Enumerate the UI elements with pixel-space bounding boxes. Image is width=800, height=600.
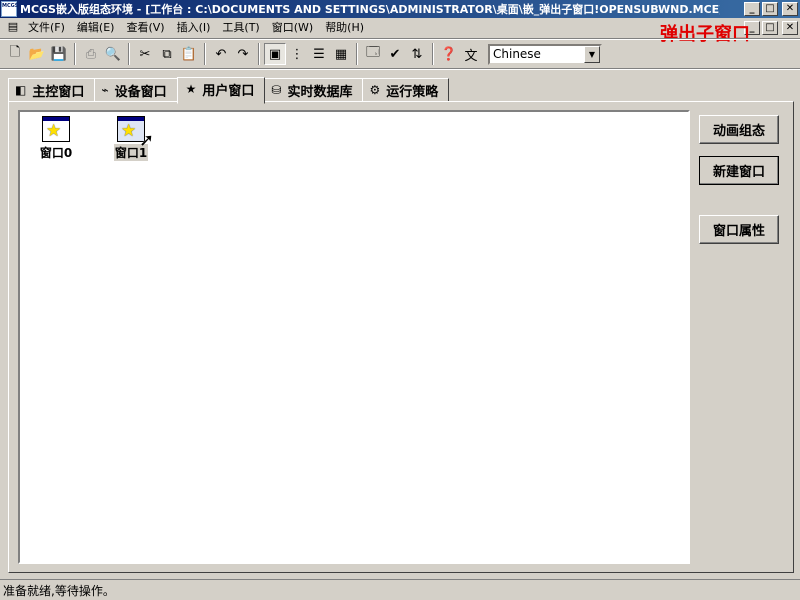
window-title: MCGS嵌入版组态环境 - [工作台 : C:\DOCUMENTS AND SE… bbox=[20, 3, 720, 16]
mdi-restore-button[interactable]: □ bbox=[762, 21, 778, 35]
list-view-icon[interactable]: ☰ bbox=[308, 43, 330, 65]
check-icon[interactable]: ✔ bbox=[384, 43, 406, 65]
language-value: Chinese bbox=[493, 47, 541, 61]
details-view-icon[interactable]: ▦ bbox=[330, 43, 352, 65]
redo-icon[interactable]: ↷ bbox=[232, 43, 254, 65]
menu-edit[interactable]: 编辑(E) bbox=[71, 19, 121, 37]
title-bar: MCGS MCGS嵌入版组态环境 - [工作台 : C:\DOCUMENTS A… bbox=[0, 0, 800, 18]
help-pointer-icon[interactable]: ❓ bbox=[438, 43, 460, 65]
window-properties-button[interactable]: 窗口属性 bbox=[699, 215, 779, 244]
tab-main-window[interactable]: ◧ 主控窗口 bbox=[8, 78, 96, 102]
large-icons-view-icon[interactable]: ▣ bbox=[264, 43, 286, 65]
small-icons-view-icon[interactable]: ⋮ bbox=[286, 43, 308, 65]
undo-icon[interactable]: ↶ bbox=[210, 43, 232, 65]
language-select[interactable]: Chinese ▼ bbox=[488, 43, 602, 65]
user-window-list[interactable] bbox=[18, 110, 690, 564]
toolbar: 🗋 📂 💾 ⎙ 🔍 ✂ ⧉ 📋 ↶ ↷ ▣ ⋮ ☰ ▦ 🗔 ✔ ⇅ ❓ 文 Ch… bbox=[0, 40, 800, 68]
toolbar-separator-line bbox=[0, 68, 800, 70]
properties-icon[interactable]: 🗔 bbox=[362, 43, 384, 65]
print-icon[interactable]: ⎙ bbox=[80, 43, 102, 65]
document-icon[interactable]: ▤ bbox=[4, 20, 22, 36]
language-icon[interactable]: 文 bbox=[460, 43, 482, 65]
toolbar-separator bbox=[432, 43, 434, 65]
mouse-cursor-icon: ➚ bbox=[139, 130, 155, 151]
toolbar-separator bbox=[356, 43, 358, 65]
device-window-icon: ⌁ bbox=[101, 83, 109, 97]
tab-user-window[interactable]: ★ 用户窗口 bbox=[176, 77, 266, 104]
toolbar-separator bbox=[258, 43, 260, 65]
mdi-close-button[interactable]: ✕ bbox=[782, 21, 798, 35]
save-icon[interactable]: 💾 bbox=[48, 43, 70, 65]
close-button[interactable]: ✕ bbox=[782, 2, 798, 16]
menu-tools[interactable]: 工具(T) bbox=[216, 19, 265, 37]
tab-label: 主控窗口 bbox=[32, 84, 85, 100]
toolbar-separator bbox=[204, 43, 206, 65]
main-window-icon: ◧ bbox=[15, 83, 27, 97]
tab-label: 实时数据库 bbox=[287, 84, 353, 100]
list-item[interactable]: ★ 窗口0 bbox=[32, 116, 80, 161]
database-icon: ⛁ bbox=[271, 83, 282, 97]
new-file-icon[interactable]: 🗋 bbox=[4, 43, 26, 65]
chevron-down-icon[interactable]: ▼ bbox=[584, 45, 600, 63]
user-window-icon: ★ bbox=[185, 82, 197, 96]
tab-label: 用户窗口 bbox=[202, 83, 255, 99]
menu-file[interactable]: 文件(F) bbox=[22, 19, 71, 37]
print-preview-icon[interactable]: 🔍 bbox=[102, 43, 124, 65]
menu-view[interactable]: 查看(V) bbox=[120, 19, 170, 37]
copy-icon[interactable]: ⧉ bbox=[156, 43, 178, 65]
status-bar: 准备就绪,等待操作。 bbox=[0, 579, 800, 600]
tab-device-window[interactable]: ⌁ 设备窗口 bbox=[94, 78, 178, 102]
animation-config-button[interactable]: 动画组态 bbox=[699, 115, 779, 144]
menu-help[interactable]: 帮助(H) bbox=[319, 19, 370, 37]
workspace-tabs: ◧ 主控窗口 ⌁ 设备窗口 ★ 用户窗口 ⛁ 实时数据库 ⚙ 运行策略 bbox=[8, 76, 450, 104]
mcgs-app-icon[interactable]: MCGS bbox=[1, 1, 18, 17]
toolbar-separator bbox=[128, 43, 130, 65]
maximize-button[interactable]: □ bbox=[762, 2, 778, 16]
strategy-icon: ⚙ bbox=[369, 83, 381, 97]
menu-insert[interactable]: 插入(I) bbox=[171, 19, 217, 37]
tab-label: 运行策略 bbox=[386, 84, 439, 100]
user-window-icon: ★ bbox=[42, 116, 70, 142]
tab-run-strategy[interactable]: ⚙ 运行策略 bbox=[362, 78, 450, 102]
sort-icon[interactable]: ⇅ bbox=[406, 43, 428, 65]
paste-icon[interactable]: 📋 bbox=[178, 43, 200, 65]
window-label: 窗口0 bbox=[39, 146, 73, 160]
tab-label: 设备窗口 bbox=[114, 84, 167, 100]
toolbar-separator bbox=[74, 43, 76, 65]
cut-icon[interactable]: ✂ bbox=[134, 43, 156, 65]
new-window-button[interactable]: 新建窗口 bbox=[699, 156, 779, 185]
menu-window[interactable]: 窗口(W) bbox=[266, 19, 319, 37]
open-folder-icon[interactable]: 📂 bbox=[26, 43, 48, 65]
minimize-button[interactable]: _ bbox=[744, 2, 760, 16]
status-text: 准备就绪,等待操作。 bbox=[3, 583, 115, 598]
tab-realtime-database[interactable]: ⛁ 实时数据库 bbox=[264, 78, 364, 102]
